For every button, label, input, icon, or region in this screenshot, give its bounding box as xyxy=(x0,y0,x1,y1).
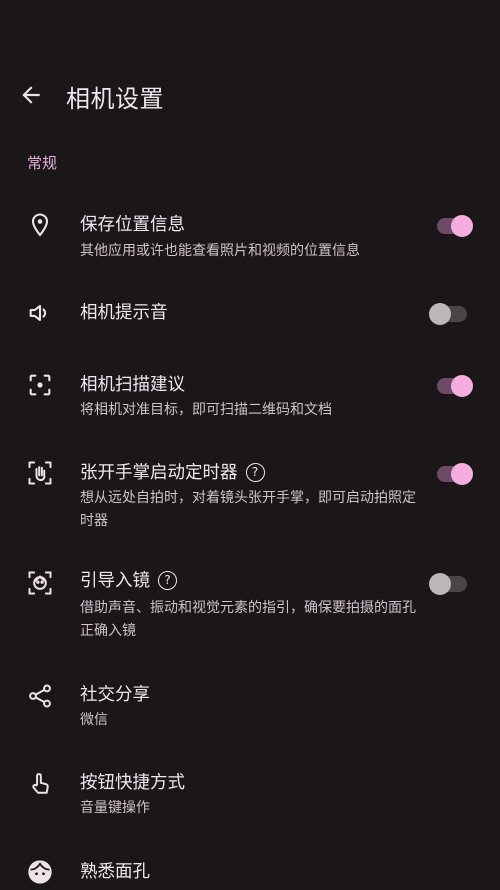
section-title: 常规 xyxy=(27,154,58,172)
setting-title-text: 引导入镜 xyxy=(80,571,150,591)
setting-title-text: 张开手掌启动定时器 xyxy=(80,463,238,483)
face-icon xyxy=(26,858,54,886)
palm-timer-toggle[interactable] xyxy=(429,461,475,487)
setting-scan-suggestions[interactable]: 相机扫描建议 将相机对准目标，即可扫描二维码和文档 xyxy=(0,365,500,425)
share-icon xyxy=(26,682,54,710)
toggle-thumb xyxy=(451,375,473,397)
setting-title: 保存位置信息 xyxy=(80,215,185,235)
setting-title: 按钮快捷方式 xyxy=(80,773,185,793)
save-location-toggle[interactable] xyxy=(429,213,475,239)
help-icon[interactable]: ? xyxy=(158,571,177,590)
setting-subtitle: 音量键操作 xyxy=(80,800,150,816)
arrow-back-icon[interactable] xyxy=(18,82,44,108)
toggle-thumb xyxy=(429,303,451,325)
toggle-thumb xyxy=(451,215,473,237)
app-bar: 相机设置 xyxy=(0,70,500,122)
setting-social-share[interactable]: 社交分享 微信 xyxy=(0,680,500,736)
setting-subtitle: 想从远处自拍时，对着镜头张开手掌，即可启动拍照定时器 xyxy=(80,490,416,529)
setting-subtitle: 其他应用或许也能查看照片和视频的位置信息 xyxy=(80,243,360,259)
shutter-sound-toggle[interactable] xyxy=(429,301,475,327)
help-icon[interactable]: ? xyxy=(245,463,265,482)
setting-title: 引导入镜? xyxy=(80,569,177,593)
setting-shutter-sound[interactable]: 相机提示音 xyxy=(0,297,500,331)
setting-familiar-faces[interactable]: 熟悉面孔 xyxy=(0,856,500,890)
setting-save-location[interactable]: 保存位置信息 其他应用或许也能查看照片和视频的位置信息 xyxy=(0,205,500,265)
guided-frame-toggle[interactable] xyxy=(429,571,475,597)
setting-button-shortcut[interactable]: 按钮快捷方式 音量键操作 xyxy=(0,768,500,824)
volume-icon xyxy=(26,299,54,327)
setting-title: 社交分享 xyxy=(80,685,150,705)
setting-title: 熟悉面孔 xyxy=(80,862,150,882)
location-pin-icon xyxy=(26,211,54,239)
setting-title: 张开手掌启动定时器? xyxy=(80,461,265,485)
face-frame-icon xyxy=(26,569,54,597)
setting-subtitle: 将相机对准目标，即可扫描二维码和文档 xyxy=(80,402,332,418)
toggle-thumb xyxy=(451,463,473,485)
setting-palm-timer[interactable]: 张开手掌启动定时器? 想从远处自拍时，对着镜头张开手掌，即可启动拍照定时器 xyxy=(0,455,500,535)
setting-guided-frame[interactable]: 引导入镜? 借助声音、振动和视觉元素的指引，确保要拍摄的面孔正确入镜 xyxy=(0,565,500,645)
setting-subtitle: 微信 xyxy=(80,712,108,728)
setting-title: 相机扫描建议 xyxy=(80,375,185,395)
scan-suggestions-toggle[interactable] xyxy=(429,373,475,399)
setting-title: 相机提示音 xyxy=(80,303,168,323)
toggle-thumb xyxy=(429,573,451,595)
touch-icon xyxy=(26,770,54,798)
page-title: 相机设置 xyxy=(66,85,164,113)
scan-icon xyxy=(26,371,54,399)
setting-subtitle: 借助声音、振动和视觉元素的指引，确保要拍摄的面孔正确入镜 xyxy=(80,600,416,639)
palm-icon xyxy=(26,459,54,487)
